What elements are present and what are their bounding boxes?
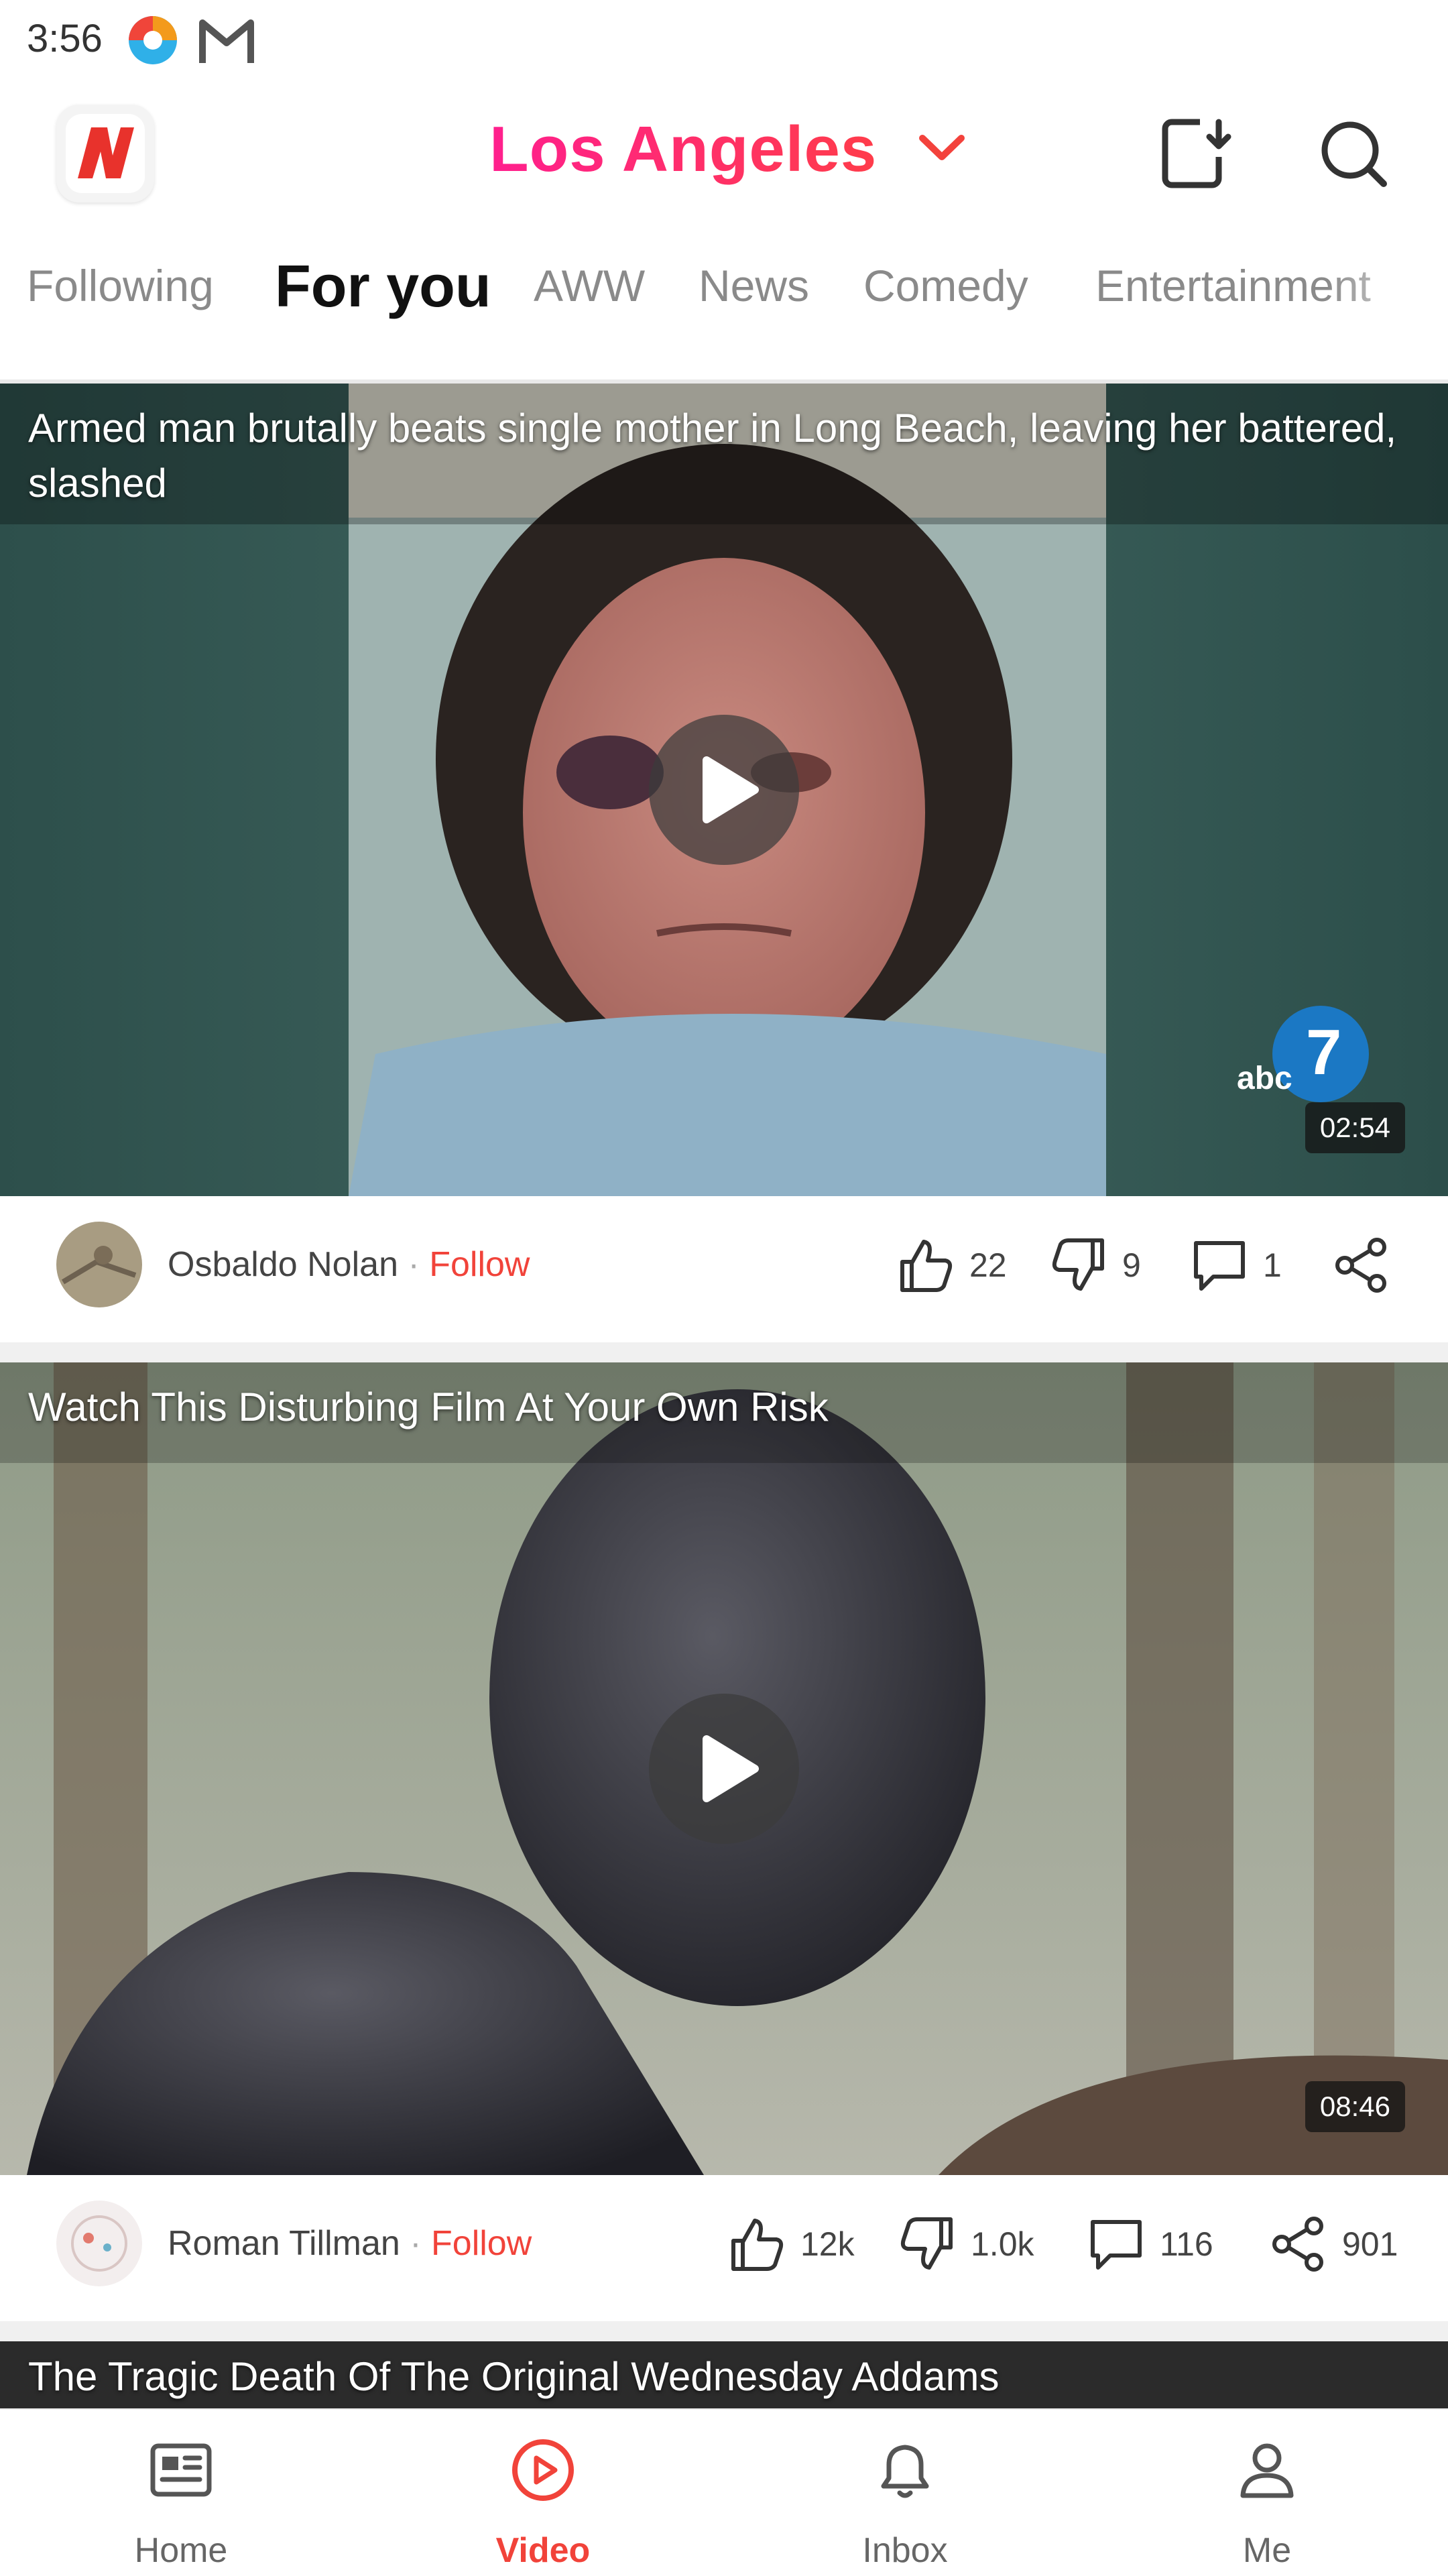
comment-count: 116 [1160,2225,1213,2263]
comment-icon [1194,1241,1245,1291]
location-label: Los Angeles [489,113,878,185]
bell-icon [881,2445,929,2498]
comment-button[interactable]: 116 [1087,2214,1213,2274]
author-name[interactable]: Osbaldo Nolan [168,1245,398,1284]
like-button[interactable]: 12k [728,2214,855,2274]
tab-for-you[interactable]: For you [275,252,491,320]
follow-button[interactable]: Follow [429,1245,530,1284]
nav-home[interactable]: Home [0,2410,362,2576]
gmail-icon [198,16,255,67]
thumbs-down-icon [1052,1238,1104,1291]
tab-news[interactable]: News [699,260,809,311]
play-button[interactable] [649,715,799,865]
thumbs-up-icon [731,2219,784,2271]
comment-icon [1091,2220,1142,2270]
video-title: The Tragic Death Of The Original Wednesd… [28,2354,1000,2399]
tab-comedy[interactable]: Comedy [863,260,1028,311]
share-count: 901 [1342,2225,1398,2263]
tabs-fade [1327,248,1448,342]
share-button[interactable]: 901 [1270,2214,1398,2274]
nav-me-label: Me [1242,2531,1292,2570]
card-separator [0,2321,1448,2341]
card-separator [0,1342,1448,1362]
person-icon [1240,2443,1294,2498]
nav-video[interactable]: Video [362,2410,724,2576]
nav-inbox-label: Inbox [862,2531,948,2570]
browser-app-icon [126,13,180,67]
svg-text:7: 7 [1306,1016,1341,1088]
tab-following[interactable]: Following [27,260,214,311]
video-thumbnail[interactable]: Watch This Disturbing Film At Your Own R… [0,1362,1448,2175]
nav-home-label: Home [134,2531,228,2570]
share-icon [1335,1238,1386,1293]
dislike-count: 9 [1122,1246,1141,1284]
svg-text:abc: abc [1237,1061,1292,1096]
video-thumbnail[interactable]: 7 abc Armed man brutally beats single mo… [0,384,1448,1196]
dislike-button[interactable]: 1.0k [898,2214,1034,2274]
app-header: Los Angeles [0,94,1448,208]
status-bar: 3:56 [0,0,1448,80]
avatar[interactable] [56,1222,142,1307]
comment-button[interactable]: 1 [1191,1235,1282,1295]
download-icon[interactable] [1158,117,1232,190]
search-icon[interactable] [1317,117,1390,190]
location-selector[interactable]: Los Angeles [489,113,967,186]
play-circle-icon [512,2439,574,2501]
nav-inbox[interactable]: Inbox [724,2410,1086,2576]
like-count: 22 [969,1246,1007,1284]
nav-me[interactable]: Me [1086,2410,1448,2576]
video-thumbnail[interactable]: The Tragic Death Of The Original Wednesd… [0,2341,1448,2408]
nav-video-label: Video [495,2531,591,2570]
like-button[interactable]: 22 [897,1235,1007,1295]
dislike-button[interactable]: 9 [1050,1235,1141,1295]
status-time: 3:56 [27,17,103,60]
bottom-navigation: Home Video Inbox Me [0,2408,1448,2576]
comment-count: 1 [1263,1246,1282,1284]
thumbs-down-icon [900,2217,953,2270]
video-duration: 08:46 [1305,2081,1405,2132]
category-tabs: Following For you AWW News Comedy Entert… [0,248,1448,342]
video-title: Armed man brutally beats single mother i… [28,406,1397,506]
tab-aww[interactable]: AWW [534,260,645,311]
video-meta-row: Osbaldo Nolan · Follow 22 9 1 [0,1196,1448,1337]
video-meta-row: Roman Tillman · Follow 12k 1.0k 116 901 [0,2175,1448,2316]
video-duration: 02:54 [1305,1102,1405,1153]
news-app-logo[interactable] [56,105,154,202]
author-line: Osbaldo Nolan · Follow [168,1245,530,1284]
chevron-down-icon [917,133,967,167]
author-name[interactable]: Roman Tillman [168,2224,400,2263]
share-button[interactable] [1333,1235,1405,1295]
thumbs-up-icon [900,1240,953,1292]
like-count: 12k [800,2225,855,2263]
play-button[interactable] [649,1694,799,1844]
follow-button[interactable]: Follow [431,2224,532,2263]
dislike-count: 1.0k [971,2225,1034,2263]
author-line: Roman Tillman · Follow [168,2224,532,2263]
video-title: Watch This Disturbing Film At Your Own R… [28,1385,829,1429]
play-icon [703,756,759,823]
newspaper-icon [150,2443,212,2497]
play-icon [703,1735,759,1802]
avatar[interactable] [56,2201,142,2286]
share-icon [1272,2217,1323,2272]
